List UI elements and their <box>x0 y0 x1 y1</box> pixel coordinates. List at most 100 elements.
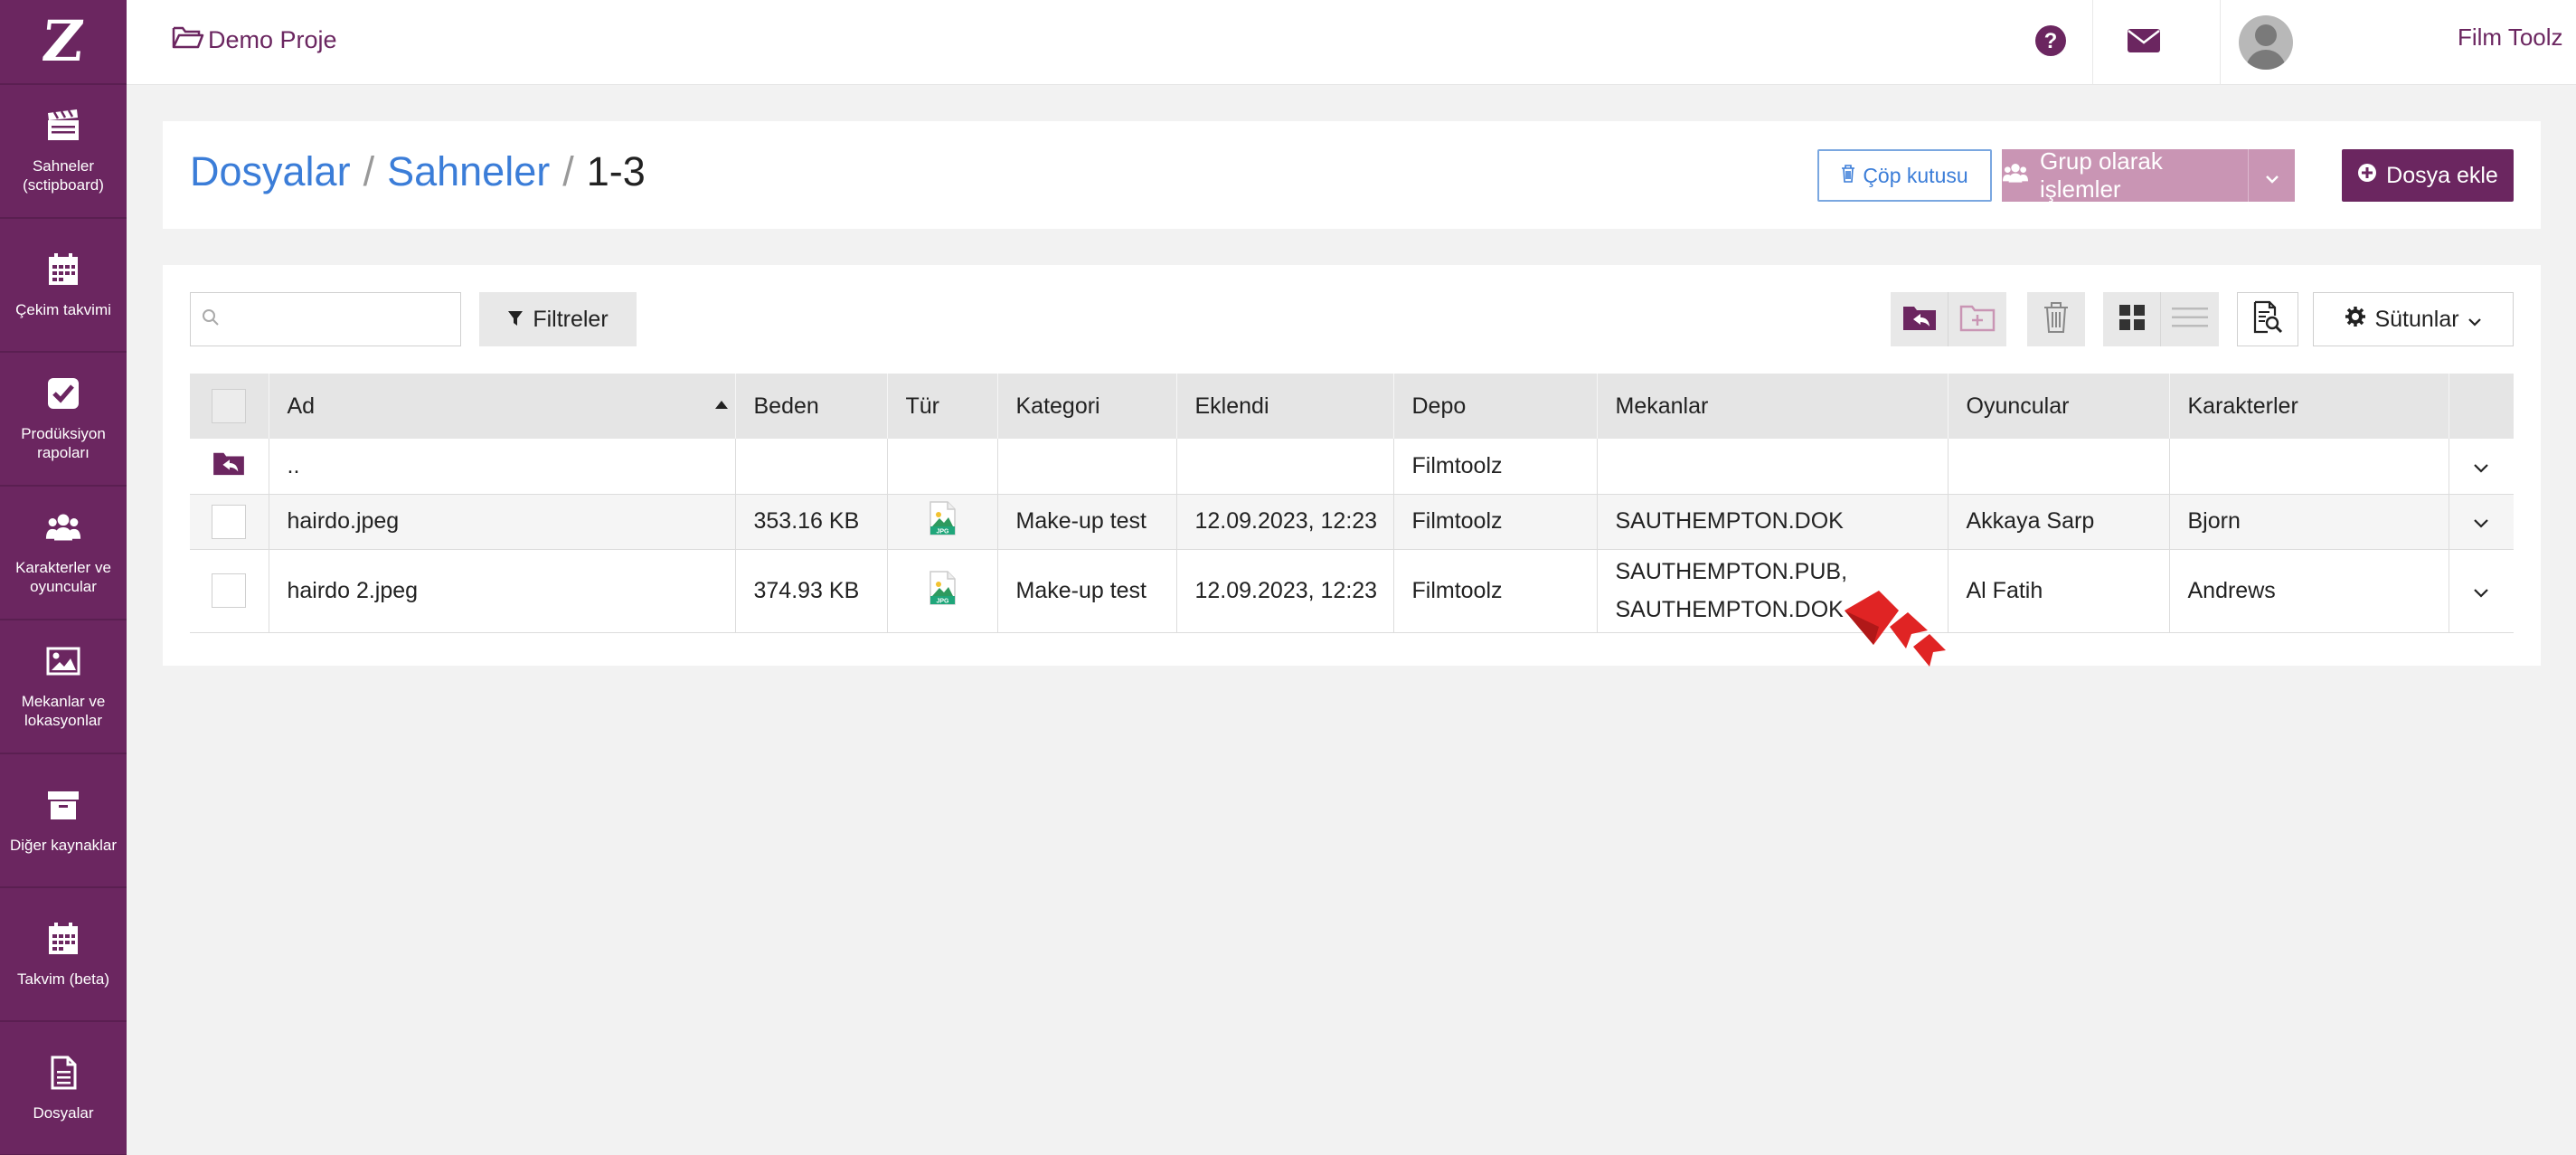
file-actors: Akkaya Sarp <box>1948 494 2170 550</box>
calendar-icon <box>45 251 81 288</box>
folder-open-icon <box>172 24 208 56</box>
column-header-actions <box>2449 374 2514 439</box>
column-header-size[interactable]: Beden <box>735 374 888 439</box>
file-type: JPG <box>887 494 998 550</box>
file-characters <box>2169 439 2449 495</box>
search-input[interactable] <box>227 308 444 331</box>
file-locations <box>1597 439 1949 495</box>
row-select-cell <box>190 549 269 633</box>
group-actions-main[interactable]: Grup olarak işlemler <box>2002 147 2248 203</box>
breadcrumb-files[interactable]: Dosyalar <box>190 148 351 195</box>
column-header-locations[interactable]: Mekanlar <box>1597 374 1949 439</box>
file-name[interactable]: .. <box>269 439 736 495</box>
file-size: 353.16 KB <box>735 494 888 550</box>
users-icon <box>2002 162 2029 190</box>
sidebar-item-files[interactable]: Dosyalar <box>0 1022 127 1155</box>
jpg-file-icon: JPG <box>929 570 956 611</box>
jpg-label: JPG <box>936 598 949 604</box>
file-name[interactable]: hairdo.jpeg <box>269 494 736 550</box>
sidebar-item-label: Mekanlar ve lokasyonlar <box>21 693 106 729</box>
files-panel: Filtreler Sütunlar Ad Beden Tür Kategori… <box>163 265 2541 666</box>
list-view-button[interactable] <box>2161 292 2219 346</box>
group-actions-dropdown[interactable] <box>2248 149 2295 202</box>
users-icon <box>45 509 81 545</box>
sidebar-item-label: Sahneler (sctipboard) <box>23 157 104 194</box>
row-expand-button[interactable] <box>2449 549 2514 633</box>
sidebar-item-locations[interactable]: Mekanlar ve lokasyonlar <box>0 620 127 754</box>
file-category: Make-up test <box>997 549 1177 633</box>
messages-button[interactable] <box>2094 0 2194 85</box>
checkbox-icon <box>45 375 81 412</box>
row-expand-button[interactable] <box>2449 494 2514 550</box>
file-type: JPG <box>887 549 998 633</box>
column-header-actors[interactable]: Oyuncular <box>1948 374 2170 439</box>
table-row-parent[interactable]: .. Filmtoolz <box>190 439 2514 495</box>
row-checkbox[interactable] <box>212 504 247 539</box>
help-button[interactable]: ? <box>1996 0 2105 85</box>
plus-circle-icon <box>2357 163 2377 189</box>
grid-view-button[interactable] <box>2103 292 2161 346</box>
row-select-cell <box>190 494 269 550</box>
mouse-cursor-icon <box>1835 583 1980 710</box>
breadcrumb-scenes[interactable]: Sahneler <box>387 148 550 195</box>
filter-icon <box>507 307 524 333</box>
column-header-category[interactable]: Kategori <box>997 374 1177 439</box>
list-icon <box>2172 306 2208 334</box>
column-header-depot[interactable]: Depo <box>1393 374 1598 439</box>
breadcrumb-separator: / <box>562 148 574 194</box>
select-all-checkbox[interactable] <box>212 389 247 423</box>
project-selector[interactable]: Demo Proje <box>172 24 337 56</box>
group-actions-button[interactable]: Grup olarak işlemler <box>2002 147 2295 203</box>
breadcrumb-separator: / <box>363 148 375 194</box>
user-menu[interactable] <box>2239 0 2293 85</box>
move-up-folder-button[interactable] <box>1891 292 1949 346</box>
table-header-row: Ad Beden Tür Kategori Eklendi Depo Mekan… <box>190 374 2514 439</box>
folder-back-icon[interactable] <box>211 452 247 482</box>
filters-label: Filtreler <box>533 306 609 332</box>
table-row[interactable]: hairdo 2.jpeg 374.93 KB JPG Make-up test… <box>190 549 2514 633</box>
new-folder-button[interactable] <box>1949 292 2006 346</box>
jpg-label: JPG <box>936 529 949 535</box>
file-locations: SAUTHEMPTON.DOK <box>1597 494 1949 550</box>
gear-icon <box>2345 306 2366 333</box>
grid-icon <box>2118 304 2146 336</box>
sidebar-item-calendar-beta[interactable]: Takvim (beta) <box>0 888 127 1022</box>
project-name: Demo Proje <box>208 26 337 53</box>
sidebar-item-label: Diğer kaynaklar <box>9 836 118 854</box>
column-header-added[interactable]: Eklendi <box>1176 374 1394 439</box>
app-logo[interactable]: Z <box>0 0 127 85</box>
delete-button[interactable] <box>2027 292 2085 346</box>
row-checkbox[interactable] <box>212 573 247 608</box>
sidebar-item-shooting-schedule[interactable]: Çekim takvimi <box>0 219 127 353</box>
columns-button[interactable]: Sütunlar <box>2313 292 2514 346</box>
sidebar-item-characters-actors[interactable]: Karakterler ve oyuncular <box>0 487 127 620</box>
file-actors: Al Fatih <box>1948 549 2170 633</box>
table-row[interactable]: hairdo.jpeg 353.16 KB JPG Make-up test 1… <box>190 494 2514 550</box>
column-header-characters[interactable]: Karakterler <box>2169 374 2449 439</box>
columns-label: Sütunlar <box>2374 306 2459 332</box>
add-file-button[interactable]: Dosya ekle <box>2342 149 2514 202</box>
chevron-down-icon <box>2473 453 2489 478</box>
row-expand-button[interactable] <box>2449 439 2514 495</box>
file-depot: Filmtoolz <box>1393 549 1598 633</box>
trash-button[interactable]: Çöp kutusu <box>1817 149 1992 202</box>
sidebar-item-label: Karakterler ve oyuncular <box>15 559 111 595</box>
column-header-type[interactable]: Tür <box>887 374 998 439</box>
sidebar-item-production-reports[interactable]: Prodüksiyon rapoları <box>0 353 127 487</box>
column-header-name[interactable]: Ad <box>269 374 736 439</box>
search-box[interactable] <box>190 292 461 346</box>
select-all-cell <box>190 374 269 439</box>
file-added: 12.09.2023, 12:23 <box>1176 549 1394 633</box>
svg-text:?: ? <box>2044 29 2058 53</box>
file-characters: Bjorn <box>2169 494 2449 550</box>
archive-icon <box>45 787 81 823</box>
file-characters: Andrews <box>2169 549 2449 633</box>
sidebar-item-other-resources[interactable]: Diğer kaynaklar <box>0 754 127 888</box>
image-icon <box>45 643 81 679</box>
file-search-icon <box>2252 300 2283 339</box>
preview-button[interactable] <box>2237 292 2298 346</box>
sidebar-item-scenes[interactable]: Sahneler (sctipboard) <box>0 85 127 219</box>
filters-button[interactable]: Filtreler <box>479 292 637 346</box>
user-name[interactable]: Film Toolz <box>2458 24 2563 52</box>
file-name[interactable]: hairdo 2.jpeg <box>269 549 736 633</box>
